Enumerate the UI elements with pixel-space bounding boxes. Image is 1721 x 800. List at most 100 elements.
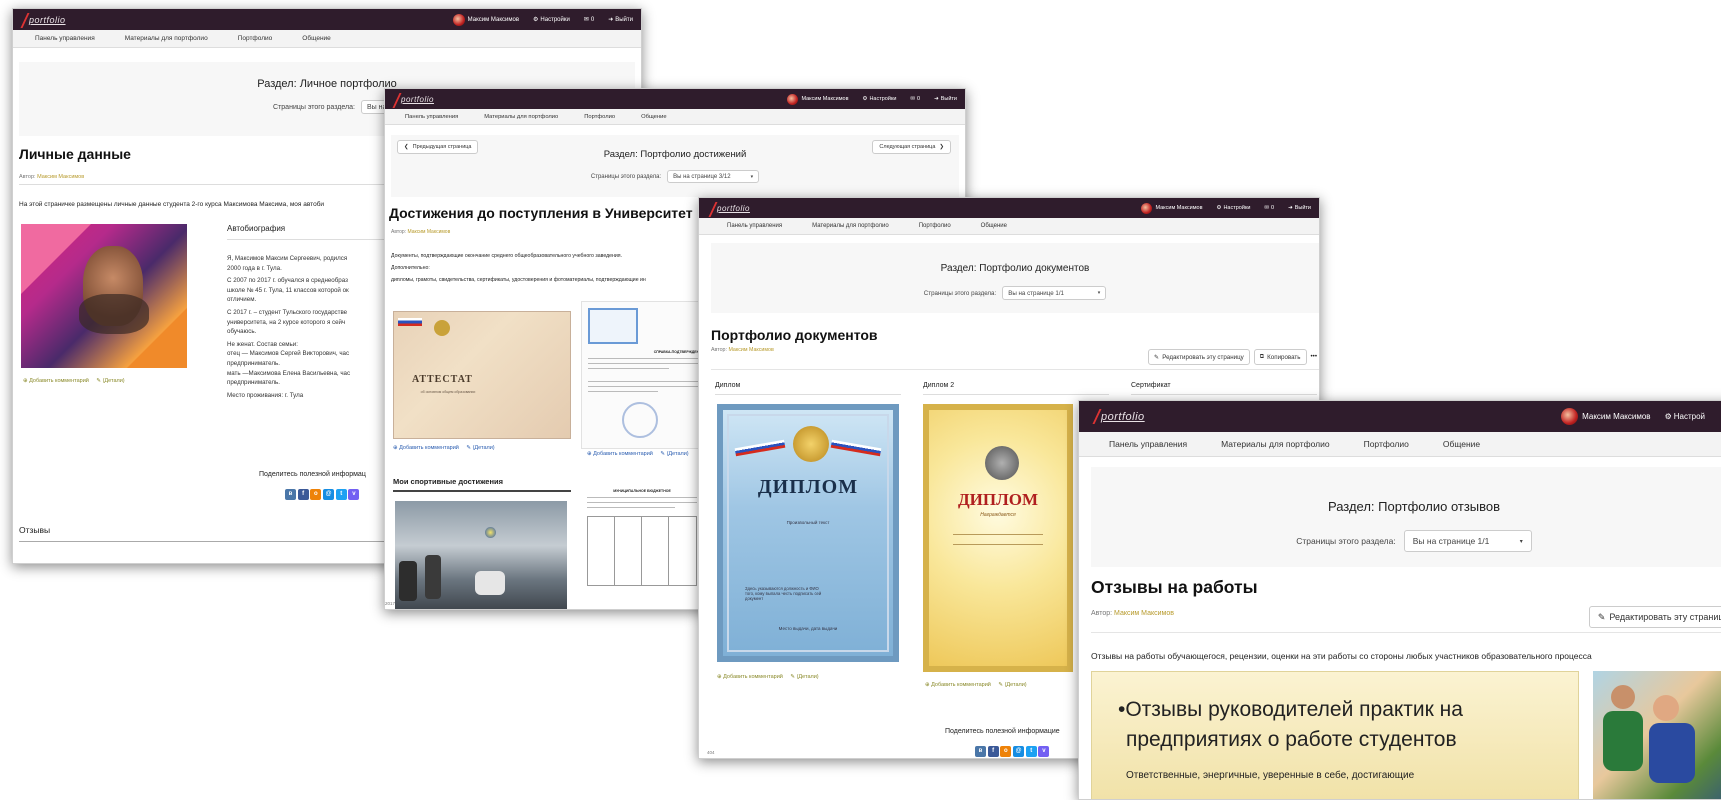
eagle-emblem [793,426,829,462]
certificate-image: СПРАВКА-ПОДТВЕРЖДЕНИЕ [581,301,711,449]
mail-share-icon[interactable]: @ [1013,746,1025,757]
viber-icon[interactable]: v [348,489,360,500]
menu-portfolio[interactable]: Портфолио [1364,439,1409,449]
details-link[interactable]: ✎ (Детали) [96,378,124,384]
menu-materials[interactable]: Материалы для портфолио [125,35,208,42]
edit-page-button[interactable]: ✎ Редактировать эту страницу [1588,606,1721,628]
menu-communication[interactable]: Общение [641,114,666,120]
facebook-icon[interactable]: f [987,746,999,757]
page-select[interactable]: Вы на странице 3/12 ▾ [667,170,760,183]
mail-link[interactable]: ✉ 0 [1264,205,1274,211]
caret-down-icon: ▾ [750,173,754,180]
menu-communication[interactable]: Общение [302,35,331,42]
settings-link[interactable]: ⚙ Настрой [1665,412,1705,421]
page-title: Отзывы на работы [1091,577,1258,597]
menu-portfolio[interactable]: Портфолио [584,114,615,120]
mail-count: 0 [917,96,921,102]
menu-materials[interactable]: Материалы для портфолио [484,114,558,120]
logout-link[interactable]: ➜ Выйти [608,16,633,24]
settings-link[interactable]: ⚙ Настройки [863,96,897,102]
logout-link[interactable]: ➜ Выйти [934,96,957,102]
menu-dashboard[interactable]: Панель управления [35,35,95,42]
edit-page-label: Редактировать эту страницу [1162,353,1244,361]
prev-page-button[interactable]: ❮ Предыдущая страница [397,140,479,154]
menu-materials[interactable]: Материалы для портфолио [1221,439,1330,449]
viber-icon[interactable]: v [1038,746,1050,757]
page-number: 404 [707,750,715,755]
settings-link[interactable]: ⚙ Настройки [533,16,570,24]
menu-materials[interactable]: Материалы для портфолио [812,223,889,229]
menu-dashboard[interactable]: Панель управления [1109,439,1187,449]
facebook-icon[interactable]: f [297,489,309,500]
edit-page-button[interactable]: ✎ Редактировать эту страницу [1148,349,1250,365]
twitter-icon[interactable]: t [1025,746,1037,757]
add-comment-link[interactable]: ⊕ Добавить комментарий [717,674,783,680]
details-link-2[interactable]: ✎ (Детали) [660,451,688,457]
report-document-image: МУНИЦИПАЛЬНОЕ БЮДЖЕТНОЕ [587,487,697,607]
settings-label: Настройки [540,16,570,23]
settings-link[interactable]: ⚙ Настройки [1217,205,1251,211]
settings-label: Настройки [869,96,897,102]
author-link[interactable]: Максим Максимов [407,229,450,235]
menu-communication[interactable]: Общение [1443,439,1480,449]
mail-link[interactable]: ✉ 0 [584,16,594,24]
user-menu[interactable]: Максим Максимов [1561,408,1651,425]
copy-button[interactable]: ⧉ Копировать [1253,349,1307,365]
author-label: Автор: [19,174,36,180]
mail-link[interactable]: ✉ 0 [910,96,920,102]
vk-icon[interactable]: в [975,746,986,757]
add-comment-label: Добавить комментарий [931,682,991,688]
menu-dashboard[interactable]: Панель управления [405,114,458,120]
logout-icon: ➜ [1288,205,1293,211]
user-menu[interactable]: Максим Максимов [1141,202,1203,214]
plus-circle-icon: ⊕ [925,682,930,688]
author-link[interactable]: Максим Максимов [37,174,84,180]
details-label: (Детали) [796,674,819,680]
add-comment-link[interactable]: ⊕ Добавить комментарий [393,445,459,451]
page-select[interactable]: Вы на странице 1/1 ▾ [1002,286,1107,300]
user-menu[interactable]: Максим Максимов [787,93,849,105]
social-share-icons: в f o @ t v [285,489,360,500]
author-link[interactable]: Максим Максимов [728,347,773,353]
column-diploma-heading: Диплом [715,382,901,395]
user-menu[interactable]: Максим Максимов [452,13,519,26]
user-name: Максим Максимов [1582,412,1651,421]
page-select-value: Вы на странице 1/1 [1008,289,1064,297]
attestat-image: АТТЕСТАТ об основном общем образовании [393,311,571,439]
top-bar: portfolio Максим Максимов ⚙ Настройки ✉ 0 … [699,198,1319,218]
menu-portfolio[interactable]: Портфолио [919,223,951,229]
gear-icon: ⚙ [862,96,868,102]
menu-communication[interactable]: Общение [981,223,1007,229]
site-logo[interactable]: portfolio [401,95,434,104]
details-link[interactable]: ✎ (Детали) [466,445,494,451]
menu-portfolio[interactable]: Портфолио [238,35,273,42]
share-text: Поделитесь полезной информац [259,471,366,478]
add-comment-link-2[interactable]: ⊕ Добавить комментарий [925,682,991,688]
details-link-2[interactable]: ✎ (Детали) [998,682,1026,688]
page-select[interactable]: Вы на странице 1/1 ▾ [1403,530,1532,552]
next-page-button[interactable]: Следующая страница ❯ [872,140,951,154]
site-logo[interactable]: portfolio [717,204,750,213]
add-comment-link[interactable]: ⊕ Добавить комментарий [23,378,89,384]
diploma-place-date: Место выдачи, дата выдачи [778,626,838,631]
site-logo[interactable]: portfolio [1101,411,1145,423]
author-link[interactable]: Максим Максимов [1114,610,1174,617]
pencil-icon: ✎ [660,451,666,457]
mail-share-icon[interactable]: @ [323,489,335,500]
avatar [452,13,465,26]
menu-dashboard[interactable]: Панель управления [727,223,782,229]
diploma-signature-text: Здесь указываются должность и ФИО того, … [745,586,822,601]
details-link[interactable]: ✎ (Детали) [790,674,818,680]
more-button[interactable]: ••• [1311,349,1318,365]
plus-circle-icon: ⊕ [23,378,28,384]
gear-icon: ⚙ [533,17,539,23]
add-comment-link-2[interactable]: ⊕ Добавить комментарий [587,451,653,457]
odnoklassniki-icon[interactable]: o [310,489,322,500]
logout-link[interactable]: ➜ Выйти [1288,205,1311,211]
caret-down-icon: ▾ [1097,290,1101,296]
gear-icon: ⚙ [1664,412,1672,421]
site-logo[interactable]: portfolio [29,15,66,25]
vk-icon[interactable]: в [285,489,296,500]
odnoklassniki-icon[interactable]: o [1000,746,1012,757]
twitter-icon[interactable]: t [335,489,347,500]
